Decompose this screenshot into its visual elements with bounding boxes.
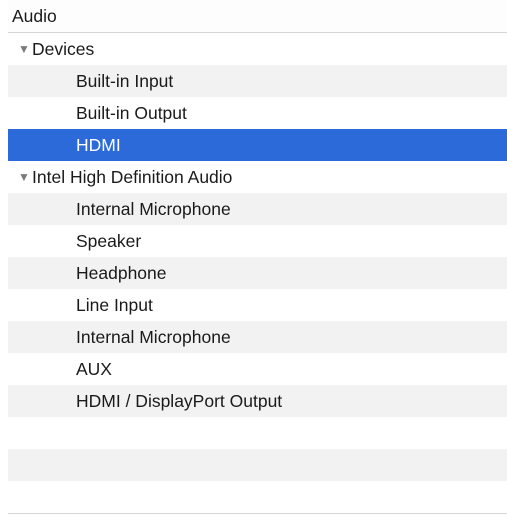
list-item-built-in-output[interactable]: Built-in Output bbox=[8, 97, 507, 129]
list-item-label: HDMI / DisplayPort Output bbox=[76, 391, 283, 411]
list-header-audio: Audio bbox=[8, 0, 507, 33]
list-item-label: Built-in Input bbox=[76, 71, 174, 91]
group-label-devices: Devices bbox=[32, 39, 95, 59]
list-item-label: Internal Microphone bbox=[76, 199, 231, 219]
list-item-aux[interactable]: AUX bbox=[8, 353, 507, 385]
empty-row bbox=[8, 481, 507, 513]
list-item-internal-microphone[interactable]: Internal Microphone bbox=[8, 193, 507, 225]
list-item-label: Line Input bbox=[76, 295, 153, 315]
list-item-label: Built-in Output bbox=[76, 103, 187, 123]
list-item-label: AUX bbox=[76, 359, 112, 379]
list-item-hdmi-selected[interactable]: HDMI bbox=[8, 129, 507, 161]
list-item-headphone[interactable]: Headphone bbox=[8, 257, 507, 289]
empty-row bbox=[8, 449, 507, 481]
list-item-built-in-input[interactable]: Built-in Input bbox=[8, 65, 507, 97]
group-row-intel-hd-audio[interactable]: ▼ Intel High Definition Audio bbox=[8, 161, 507, 193]
empty-row bbox=[8, 417, 507, 449]
list-item-label: Speaker bbox=[76, 231, 142, 251]
list-item-label: Headphone bbox=[76, 263, 167, 283]
disclosure-triangle-icon[interactable]: ▼ bbox=[18, 33, 32, 65]
bottom-divider bbox=[8, 513, 507, 514]
audio-device-list: Audio ▼ Devices Built-in Input Built-in O… bbox=[8, 0, 507, 522]
disclosure-triangle-icon[interactable]: ▼ bbox=[18, 161, 32, 193]
list-item-label: Internal Microphone bbox=[76, 327, 231, 347]
list-item-hdmi-displayport-output[interactable]: HDMI / DisplayPort Output bbox=[8, 385, 507, 417]
list-item-internal-microphone-2[interactable]: Internal Microphone bbox=[8, 321, 507, 353]
group-row-devices[interactable]: ▼ Devices bbox=[8, 33, 507, 65]
list-item-label: HDMI bbox=[76, 135, 121, 155]
group-label-intel-hd-audio: Intel High Definition Audio bbox=[32, 167, 233, 187]
list-item-line-input[interactable]: Line Input bbox=[8, 289, 507, 321]
list-item-speaker[interactable]: Speaker bbox=[8, 225, 507, 257]
